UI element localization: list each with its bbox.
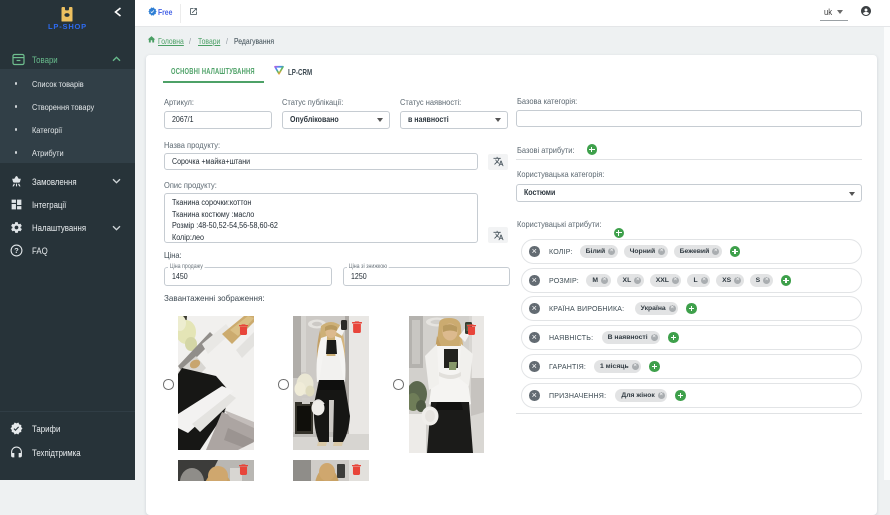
svg-text:?: ? <box>14 246 19 255</box>
